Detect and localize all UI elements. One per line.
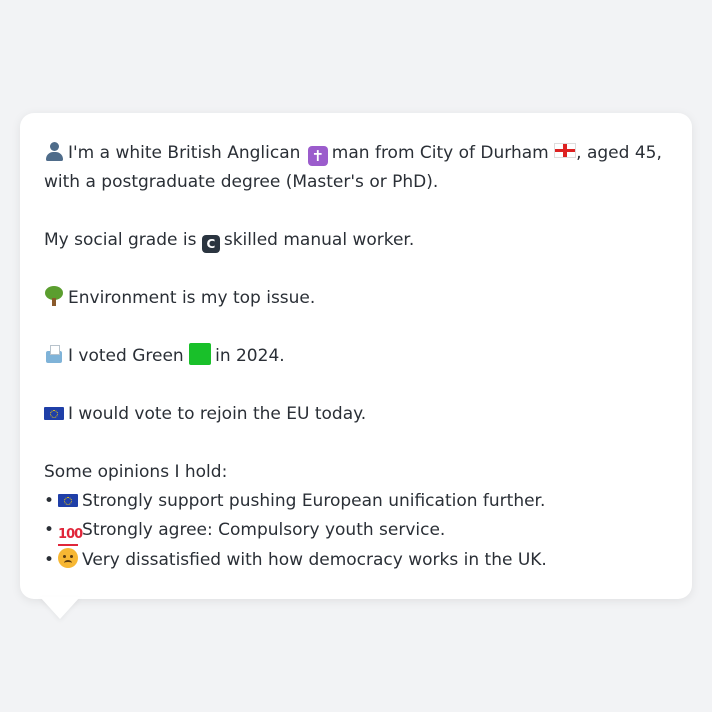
intro-line-2: with a postgraduate degree (Master's or …: [44, 172, 439, 192]
persona-card: I'm a white British Anglican ✝ man from C…: [20, 113, 692, 599]
speech-bubble-tail: [40, 597, 80, 619]
opinions-heading: Some opinions I hold:: [44, 462, 228, 482]
opinion-text: Strongly agree: Compulsory youth service…: [82, 520, 446, 540]
angry-face-icon: [58, 548, 79, 568]
vote-line: I voted Green in 2024.: [44, 342, 668, 371]
opinion-item: • 100Strongly agree: Compulsory youth ser…: [44, 516, 668, 546]
eu-line: I would vote to rejoin the EU today.: [44, 400, 668, 429]
intro-text: I'm a white British Anglican: [68, 143, 301, 163]
vote-text: I voted Green: [68, 346, 184, 366]
opinion-text: Strongly support pushing European unific…: [82, 491, 546, 511]
hundred-points-icon: 100: [58, 526, 83, 546]
letter-c-icon: C: [201, 235, 220, 253]
opinion-item: • Very dissatisfied with how democracy wo…: [44, 546, 668, 575]
eu-text: I would vote to rejoin the EU today.: [68, 404, 367, 424]
opinion-item: • Strongly support pushing European unifi…: [44, 487, 668, 516]
top-issue-line: Environment is my top issue.: [44, 284, 668, 313]
social-grade-line: My social grade is Cskilled manual worke…: [44, 226, 668, 255]
england-flag-icon: [554, 143, 577, 158]
eu-flag-icon: [44, 407, 64, 420]
social-grade-value: skilled manual worker.: [223, 230, 415, 250]
bullet: •: [44, 550, 55, 570]
bullet: •: [44, 520, 55, 540]
top-issue-text: Environment is my top issue.: [68, 288, 316, 308]
bullet: •: [44, 491, 55, 511]
green-square-icon: [189, 343, 212, 365]
eu-flag-icon: [58, 494, 79, 507]
intro-age-text: , aged 45,: [576, 143, 662, 163]
latin-cross-icon: ✝: [307, 146, 328, 166]
intro-origin-text: man from City of Durham: [331, 143, 549, 163]
vote-year-text: in 2024.: [215, 346, 285, 366]
opinion-text: Very dissatisfied with how democracy wor…: [82, 550, 547, 570]
tree-icon: [44, 286, 64, 306]
social-grade-label: My social grade is: [44, 230, 197, 250]
person-icon: [44, 141, 64, 161]
intro-line-1: I'm a white British Anglican ✝ man from C…: [44, 139, 668, 168]
ballot-box-icon: [44, 344, 64, 364]
